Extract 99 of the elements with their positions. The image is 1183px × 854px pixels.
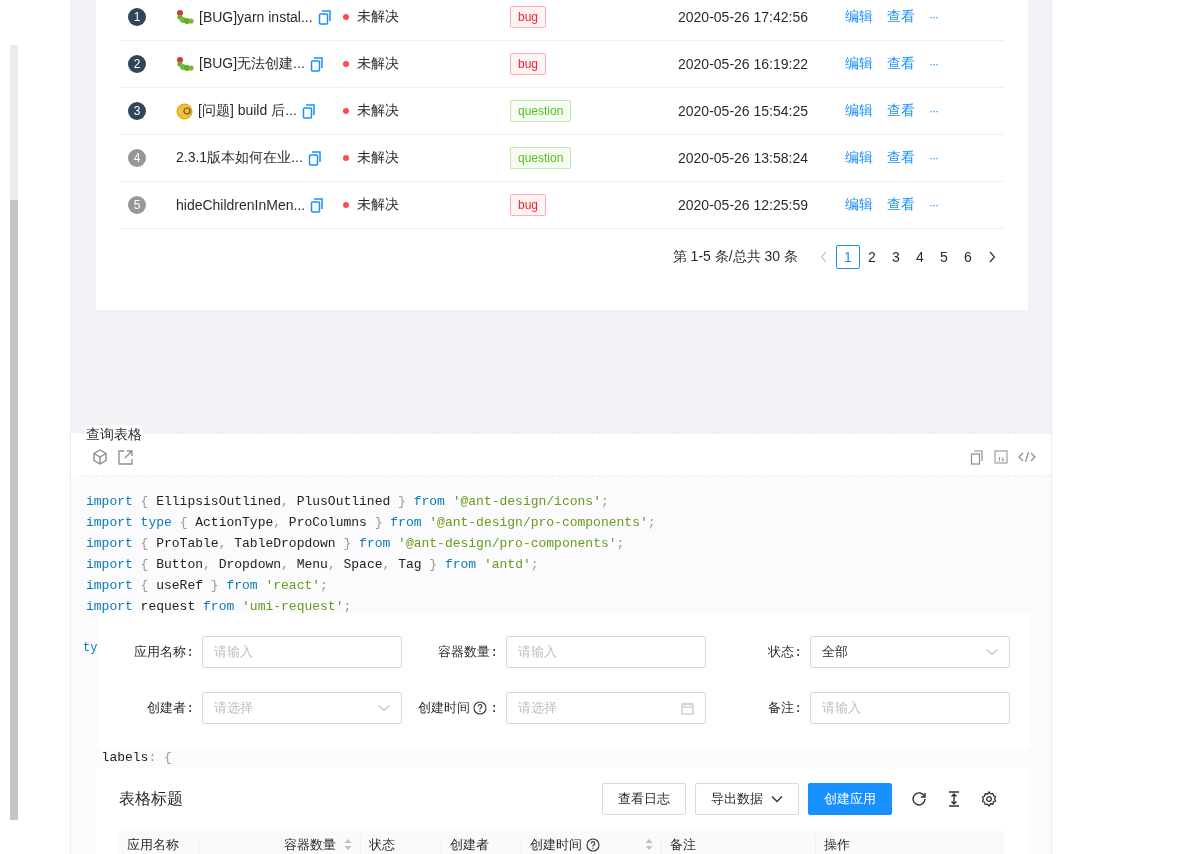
index-badge: 3: [128, 102, 146, 120]
column-header: 应用名称: [127, 837, 179, 854]
issue-tag: bug: [510, 194, 547, 216]
select-field[interactable]: 全部: [810, 636, 1010, 668]
status-text: 未解决: [357, 8, 399, 26]
created-time: 2020-05-26 13:58:24: [678, 150, 808, 166]
code-line: import { ProTable, TableDropdown } from '@ant-design/pro-components';: [86, 535, 626, 553]
action-link[interactable]: 查看: [887, 149, 915, 167]
page-button[interactable]: 5: [932, 245, 956, 269]
settings-icon[interactable]: [981, 791, 997, 807]
toolbar-button[interactable]: 查看日志: [602, 783, 686, 815]
page-button[interactable]: 3: [884, 245, 908, 269]
select-field[interactable]: 请选择: [202, 692, 402, 724]
copy-icon[interactable]: [970, 449, 984, 465]
action-link[interactable]: 编辑: [845, 8, 873, 26]
scrollbar-thumb[interactable]: [10, 200, 18, 820]
action-link[interactable]: 查看: [887, 102, 915, 120]
status-text: 未解决: [357, 55, 399, 73]
reload-icon[interactable]: [911, 791, 927, 807]
issue-tag: bug: [510, 6, 547, 28]
created-time: 2020-05-26 15:54:25: [678, 103, 808, 119]
column-header: 操作: [824, 837, 850, 854]
external-link-icon[interactable]: [118, 449, 133, 465]
index-badge: 2: [128, 55, 146, 73]
label-colon: :: [490, 700, 498, 716]
input-field[interactable]: 请输入: [506, 636, 706, 668]
code-line: ty: [83, 640, 98, 657]
table-title: 表格标题: [119, 789, 184, 810]
action-link[interactable]: 编辑: [845, 196, 873, 214]
copy-icon[interactable]: [301, 103, 316, 119]
copy-icon[interactable]: [309, 56, 324, 72]
action-link[interactable]: 查看: [887, 196, 915, 214]
copy-icon[interactable]: [317, 9, 332, 25]
more-link[interactable]: ···: [929, 104, 938, 118]
sort-icon[interactable]: [344, 839, 352, 850]
copy-icon[interactable]: [307, 150, 322, 166]
column-header: 创建者: [450, 837, 489, 854]
issue-title: [BUG]无法创建...: [199, 55, 305, 73]
column-header: 容器数量: [284, 837, 336, 854]
code-line: import type { ActionType, ProColumns } from '@ant-design/pro-components';: [86, 514, 657, 532]
status-text: 未解决: [357, 149, 399, 167]
pagination-total: 第 1-5 条/总共 30 条: [672, 248, 798, 266]
issue-title: 2.3.1版本如何在业...: [176, 149, 303, 167]
code-line: import { Button, Dropdown, Menu, Space, Tag } from 'antd';: [86, 556, 540, 574]
action-link[interactable]: 查看: [887, 55, 915, 73]
demo-title: 查询表格: [85, 425, 143, 443]
toolbar-button[interactable]: 创建应用: [808, 783, 892, 815]
created-time: 2020-05-26 16:19:22: [678, 56, 808, 72]
cube-icon[interactable]: [92, 449, 108, 465]
more-link[interactable]: ···: [929, 151, 938, 165]
more-link[interactable]: ···: [929, 198, 938, 212]
page-button[interactable]: 4: [908, 245, 932, 269]
code-line: labels: {: [100, 749, 173, 767]
action-link[interactable]: 编辑: [845, 55, 873, 73]
next-icon[interactable]: [988, 251, 996, 263]
code-icon[interactable]: [1018, 450, 1036, 464]
action-link[interactable]: 查看: [887, 8, 915, 26]
column-header: 状态: [369, 837, 395, 854]
date-picker[interactable]: 请选择: [506, 692, 706, 724]
toolbar-button[interactable]: 导出数据: [695, 783, 799, 815]
field-label: 备注:: [768, 700, 802, 717]
code-line: import request from 'umi-request';: [86, 598, 353, 616]
field-label: 容器数量:: [438, 644, 498, 661]
status-text: 未解决: [357, 102, 399, 120]
page-button[interactable]: 1: [836, 245, 860, 269]
column-header: 创建时间: [530, 837, 582, 854]
created-time: 2020-05-26 17:42:56: [678, 9, 808, 25]
created-time: 2020-05-26 12:25:59: [678, 197, 808, 213]
field-label: 应用名称:: [134, 644, 194, 661]
more-link[interactable]: ···: [929, 57, 938, 71]
issue-tag: question: [510, 147, 572, 169]
issue-tag: bug: [510, 53, 547, 75]
scrollbar[interactable]: [10, 45, 18, 820]
page-button[interactable]: 6: [956, 245, 980, 269]
field-label: 状态:: [768, 644, 802, 661]
issue-title: [问题] build 后...: [198, 102, 297, 120]
js-file-icon[interactable]: [994, 450, 1008, 464]
column-header: 备注: [670, 837, 696, 854]
field-label: 创建时间: [418, 700, 471, 717]
code-line: import { useRef } from 'react';: [86, 577, 329, 595]
more-link[interactable]: ···: [929, 10, 938, 24]
index-badge: 5: [128, 196, 146, 214]
sort-icon[interactable]: [645, 839, 653, 850]
index-badge: 4: [128, 149, 146, 167]
input-field[interactable]: 请输入: [202, 636, 402, 668]
issue-title: hideChildrenInMen...: [176, 197, 306, 213]
action-link[interactable]: 编辑: [845, 149, 873, 167]
copy-icon[interactable]: [310, 197, 325, 213]
action-link[interactable]: 编辑: [845, 102, 873, 120]
issue-title: [BUG]yarn instal...: [199, 9, 313, 25]
status-text: 未解决: [357, 196, 399, 214]
field-label: 创建者:: [147, 700, 194, 717]
code-line: import { EllipsisOutlined, PlusOutlined } from '@ant-design/icons';: [86, 493, 610, 511]
page-button[interactable]: 2: [860, 245, 884, 269]
column-height-icon[interactable]: [947, 791, 961, 807]
input-field[interactable]: 请输入: [810, 692, 1010, 724]
index-badge: 1: [128, 8, 146, 26]
chevron-down-icon: [771, 795, 783, 803]
issue-tag: question: [510, 100, 572, 122]
